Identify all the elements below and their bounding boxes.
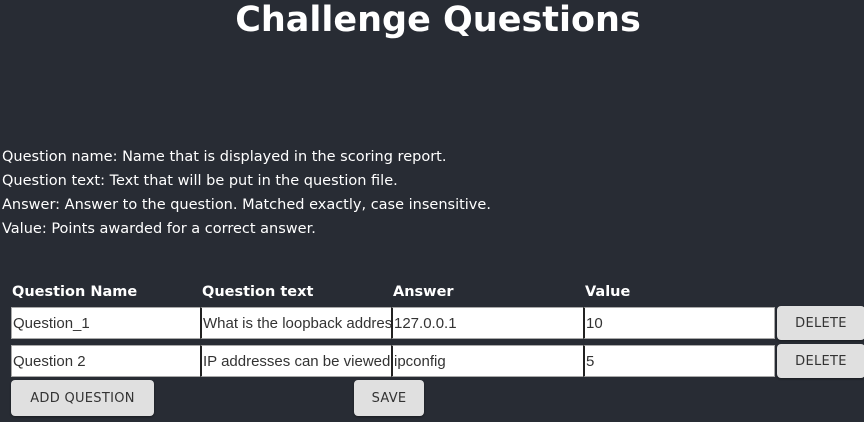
- column-header-answer: Answer: [393, 284, 454, 300]
- column-header-question-name: Question Name: [12, 284, 138, 300]
- answer-input[interactable]: [391, 345, 584, 377]
- answer-input[interactable]: [391, 307, 584, 339]
- value-input[interactable]: [583, 345, 775, 377]
- question-text-input[interactable]: [200, 307, 392, 339]
- delete-question-button[interactable]: DELETE: [777, 344, 864, 378]
- add-question-button[interactable]: ADD QUESTION: [11, 380, 154, 416]
- delete-question-button[interactable]: DELETE: [777, 306, 864, 340]
- description-value: Value: Points awarded for a correct answ…: [2, 221, 316, 237]
- question-name-input[interactable]: [11, 307, 201, 339]
- save-button[interactable]: SAVE: [354, 380, 424, 416]
- question-text-input[interactable]: [200, 345, 392, 377]
- description-question-text: Question text: Text that will be put in …: [2, 173, 398, 189]
- question-name-input[interactable]: [11, 345, 201, 377]
- column-header-value: Value: [585, 284, 631, 300]
- value-input[interactable]: [583, 307, 775, 339]
- field-descriptions: Question name: Name that is displayed in…: [2, 145, 491, 241]
- page-title: Challenge Questions: [235, 0, 641, 40]
- description-question-name: Question name: Name that is displayed in…: [2, 149, 447, 165]
- column-header-question-text: Question text: [202, 284, 314, 300]
- description-answer: Answer: Answer to the question. Matched …: [2, 197, 491, 213]
